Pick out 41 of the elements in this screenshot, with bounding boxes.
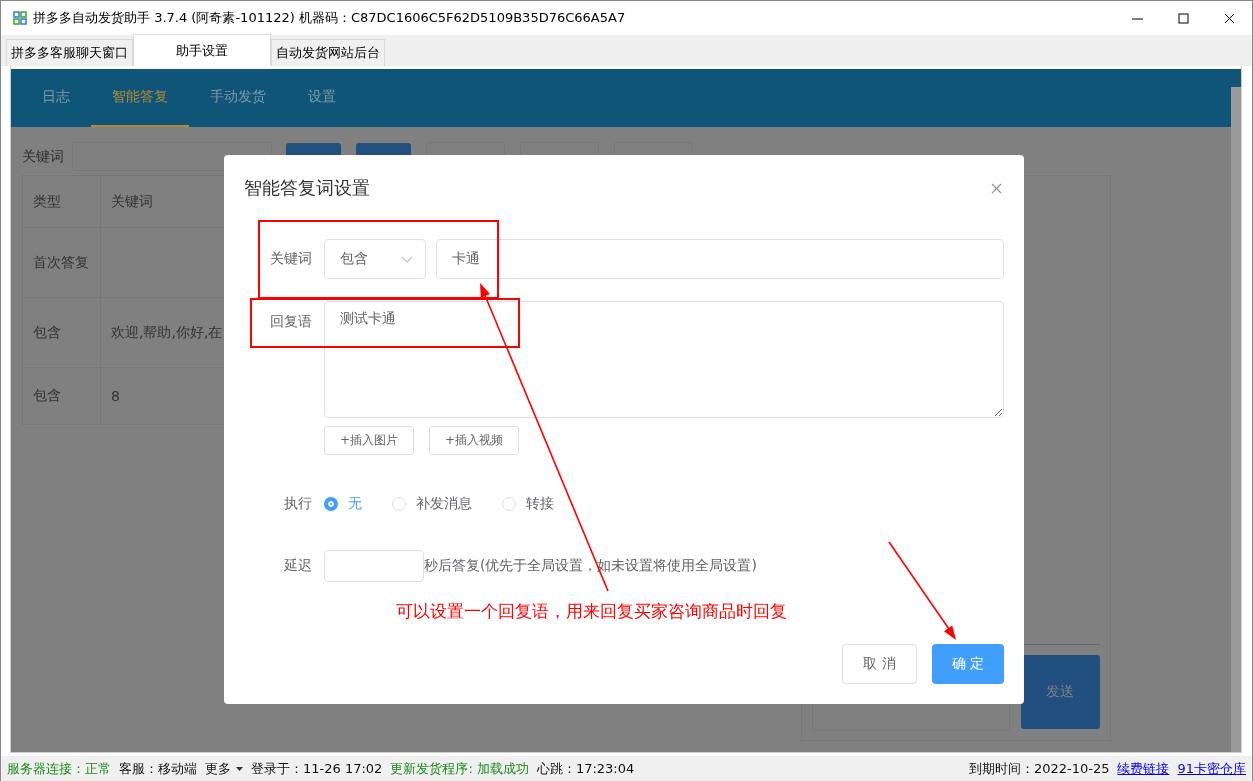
status-text: 心跳：17:23:04 xyxy=(536,759,635,778)
table-cell: 包含 xyxy=(22,367,101,425)
scrollbar[interactable] xyxy=(1231,87,1241,752)
tab[interactable]: 自动发货网站后台 xyxy=(271,39,385,66)
field-label: 延迟 xyxy=(283,557,313,575)
status-text: 更新发货程序: 加载成功 xyxy=(390,759,529,778)
radio-button[interactable] xyxy=(324,497,338,511)
radio-label[interactable]: 补发消息 xyxy=(416,495,472,513)
cancel-button[interactable]: 取 消 xyxy=(842,644,917,684)
dialog-title: 智能答复词设置 xyxy=(244,176,370,200)
delay-hint: 秒后答复(优先于全局设置，如未设置将使用全局设置) xyxy=(424,557,757,575)
table-cell: 包含 xyxy=(22,297,101,368)
more-dropdown[interactable]: 更多 xyxy=(205,759,243,778)
search-label: 关键词 xyxy=(22,147,64,166)
annotation-text: 可以设置一个回复语，用来回复买家咨询商品时回复 xyxy=(396,600,787,623)
field-label: 关键词 xyxy=(269,250,313,268)
status-text: 客服：移动端 xyxy=(119,759,197,778)
table-cell: 首次答复 xyxy=(22,227,101,298)
status-text: 服务器连接：正常 xyxy=(7,759,111,778)
app-icon xyxy=(13,11,27,25)
maximize-icon[interactable] xyxy=(1177,12,1189,24)
keyword-field[interactable]: 卡通 xyxy=(436,239,1004,279)
column-header: 类型 xyxy=(22,175,101,228)
close-icon[interactable] xyxy=(1223,12,1235,24)
status-text: 登录于：11-26 17:02 xyxy=(251,759,383,778)
caret-down-icon xyxy=(236,766,243,771)
window-title: 拼多多自动发货助手 3.7.4 (阿奇素-101122) 机器码：C87DC1606C5F62D5109B35D76C66A5A7 xyxy=(33,9,626,27)
match-select[interactable]: 包含 xyxy=(324,239,426,279)
insert-button[interactable]: +插入图片 xyxy=(324,426,415,455)
tab[interactable]: 助手设置 xyxy=(133,34,271,66)
chevron-down-icon xyxy=(401,255,413,263)
link[interactable]: 续费链接 xyxy=(1117,759,1170,778)
field-label: 执行 xyxy=(283,495,313,513)
delay-field[interactable] xyxy=(324,550,424,582)
link[interactable]: 91卡密仓库 xyxy=(1177,759,1246,778)
reply-field[interactable]: 测试卡通 xyxy=(324,301,1004,418)
field-label: 回复语 xyxy=(269,312,313,331)
expiry-text: 到期时间：2022-10-25 xyxy=(968,759,1110,778)
insert-button[interactable]: +插入视频 xyxy=(429,426,520,455)
tab[interactable]: 拼多多客服聊天窗口 xyxy=(6,39,133,66)
radio-label[interactable]: 转接 xyxy=(526,495,554,513)
